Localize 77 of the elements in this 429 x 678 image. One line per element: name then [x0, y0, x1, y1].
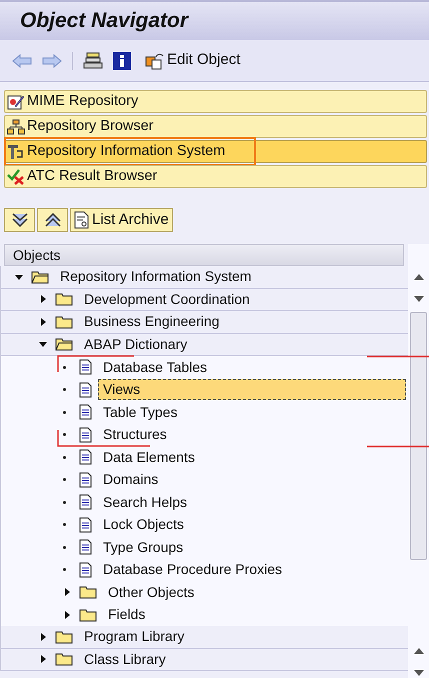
pencil-page-icon — [7, 94, 25, 110]
document-key-icon — [74, 211, 90, 229]
check-cross-icon — [7, 168, 25, 184]
tool-icon — [7, 144, 25, 160]
column-header: Objects — [4, 244, 404, 266]
bullet-icon — [63, 388, 66, 392]
folder-icon — [55, 652, 73, 666]
tree-item[interactable]: Domains — [98, 469, 164, 490]
tree-item[interactable]: Repository Information System — [55, 266, 256, 288]
expand-caret-icon[interactable] — [39, 318, 47, 326]
bullet-icon — [63, 433, 66, 436]
bullet-icon — [63, 366, 66, 369]
folder-icon — [55, 292, 73, 306]
document-icon — [79, 382, 92, 398]
document-icon — [79, 449, 92, 466]
collapse-caret-icon[interactable] — [15, 272, 23, 281]
tree-item[interactable]: Fields — [103, 604, 150, 626]
edit-object-button[interactable]: Edit Object — [145, 49, 240, 72]
open-folder-icon — [55, 337, 73, 352]
bullet-icon — [63, 500, 66, 504]
forward-arrow-icon[interactable] — [42, 54, 62, 68]
chevrons-down-icon — [12, 213, 28, 227]
tree-item[interactable]: Structures — [98, 424, 172, 446]
hierarchy-icon — [7, 118, 25, 134]
expand-caret-icon[interactable] — [39, 655, 47, 664]
tree-item[interactable]: Views — [98, 379, 406, 400]
tree-item[interactable]: ABAP Dictionary — [79, 334, 192, 355]
document-icon — [79, 562, 92, 578]
scroll-thumb[interactable] — [410, 312, 427, 560]
document-icon — [79, 494, 92, 510]
expand-caret-icon[interactable] — [63, 588, 71, 596]
document-icon — [79, 516, 92, 533]
nav-button[interactable]: MIME Repository — [4, 90, 427, 113]
bullet-icon — [63, 410, 66, 414]
bullet-icon — [63, 568, 66, 572]
scroll-up-icon[interactable] — [414, 274, 424, 280]
scroll-up-icon[interactable] — [414, 648, 424, 654]
bullet-icon — [63, 456, 66, 459]
document-icon — [79, 472, 92, 488]
folder-icon — [79, 608, 97, 622]
document-icon — [79, 539, 92, 556]
tree-item[interactable]: Table Types — [98, 402, 182, 423]
tree-item[interactable]: Business Engineering — [79, 311, 224, 332]
window-title: Object Navigator — [20, 8, 188, 34]
expand-caret-icon[interactable] — [39, 295, 47, 304]
tree-item[interactable]: Development Coordination — [79, 288, 255, 310]
back-arrow-icon[interactable] — [12, 54, 32, 68]
open-folder-icon — [31, 270, 49, 284]
scrollbar[interactable] — [408, 244, 429, 678]
collapse-caret-icon[interactable] — [39, 340, 47, 348]
nav-button[interactable]: Repository Browser — [4, 115, 427, 138]
expand-caret-icon[interactable] — [39, 632, 47, 641]
document-icon — [79, 359, 92, 376]
chevrons-up-icon — [44, 213, 60, 227]
stack-icon[interactable] — [83, 52, 103, 70]
expand-all-button[interactable] — [4, 208, 35, 232]
nav-button[interactable]: ATC Result Browser — [4, 165, 427, 188]
collapse-all-button[interactable] — [37, 208, 68, 232]
expand-caret-icon[interactable] — [63, 610, 71, 619]
tree-item[interactable]: Class Library — [79, 648, 171, 670]
bullet-icon — [63, 478, 66, 482]
folder-icon — [55, 630, 73, 644]
tree-item[interactable]: Program Library — [79, 626, 190, 648]
nav-button[interactable]: Repository Information System — [4, 140, 427, 163]
list-archive-button[interactable]: List Archive — [70, 208, 173, 232]
document-icon — [79, 426, 92, 443]
info-icon[interactable] — [113, 52, 131, 70]
bullet-icon — [63, 523, 66, 526]
folder-icon — [79, 585, 97, 600]
annotation-line — [367, 355, 429, 358]
folder-icon — [55, 314, 73, 329]
bullet-icon — [63, 546, 66, 549]
scroll-down-icon[interactable] — [414, 296, 424, 302]
annotation-line — [367, 445, 429, 448]
document-icon — [79, 404, 92, 420]
scroll-down-icon[interactable] — [414, 670, 424, 676]
edit-icon — [145, 52, 165, 70]
